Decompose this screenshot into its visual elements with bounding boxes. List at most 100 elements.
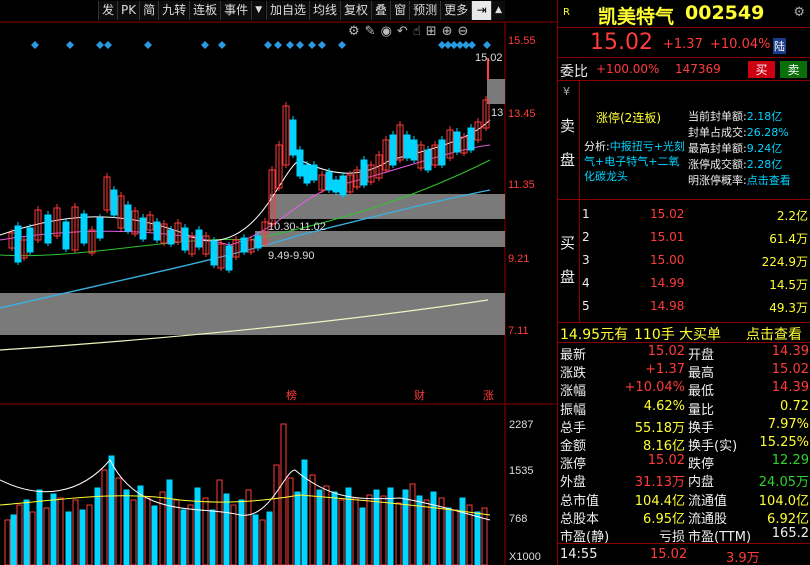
volume-bar — [430, 491, 437, 565]
tb-btn-adjust[interactable]: 复权 — [340, 1, 371, 20]
volume-bar — [86, 504, 93, 565]
volume-bar — [331, 491, 338, 565]
volume-bar — [50, 493, 57, 565]
event-diamond-icon — [286, 41, 294, 49]
bid-price: 15.00 — [650, 253, 685, 267]
candle-body — [360, 159, 368, 186]
bid-volume: 14.5万 — [769, 278, 808, 292]
bid-row[interactable]: 4 14.99 14.5万 — [580, 273, 810, 296]
quote-key: 振幅 — [560, 402, 587, 418]
scroll-arrow-icon[interactable]: ▲ — [491, 1, 505, 20]
big-order-label: 大买单 — [679, 327, 721, 343]
quote-key: 流通值 — [688, 493, 728, 509]
quote-value: 6.92亿 — [767, 511, 809, 527]
quote-value: +10.04% — [624, 380, 685, 396]
candle-body — [424, 149, 432, 171]
hand-icon[interactable]: ☝ — [413, 24, 421, 39]
quote-key: 量比 — [688, 402, 715, 418]
volume-bar — [159, 491, 166, 565]
volume-bar — [123, 489, 130, 565]
tb-btn-jiuzhuan[interactable]: 九转 — [158, 1, 189, 20]
stat-key: 最高封单额: — [688, 142, 747, 155]
event-diamond-icon — [264, 41, 272, 49]
tb-btn-forecast[interactable]: 预测 — [409, 1, 440, 20]
tb-btn-simple[interactable]: 简 — [139, 1, 158, 20]
tb-btn-ma[interactable]: 均线 — [309, 1, 340, 20]
price-change: +1.37 — [663, 37, 703, 52]
ma-5-line — [0, 119, 491, 242]
tb-btn-window[interactable]: 窗 — [390, 1, 409, 20]
volume-bar — [273, 464, 280, 565]
settings-icon[interactable]: ⚙ — [793, 5, 805, 20]
tb-btn-fa[interactable]: 发 — [98, 1, 117, 20]
quote-row: 涨幅 +10.04% 最低 14.39 — [558, 379, 810, 399]
big-order-row: 14.95元有 110手 大买单 点击查看 — [558, 322, 810, 344]
sell-label-1: 卖 — [560, 117, 576, 135]
volume-bar — [180, 509, 187, 565]
buy-button[interactable]: 买 — [748, 61, 775, 78]
price-axis-label: 15.55 — [508, 35, 536, 47]
stat-value: 9.24亿 — [746, 142, 783, 155]
bid-volume: 224.9万 — [761, 255, 808, 269]
pen-icon[interactable]: ✎ — [365, 24, 376, 39]
volume-bar — [151, 505, 158, 565]
buy-label-1: 买 — [560, 234, 576, 252]
bid-row[interactable]: 5 14.98 49.3万 — [580, 296, 810, 319]
volume-bar — [79, 509, 86, 565]
stat-value: 26.28% — [746, 126, 789, 139]
eye-icon[interactable]: ◉ — [381, 24, 392, 39]
event-marker: 财 — [414, 388, 425, 402]
gap-range-label: 10.30-11.02 — [268, 221, 326, 233]
volume-bar — [459, 497, 466, 565]
bid-row[interactable]: 2 15.01 61.4万 — [580, 227, 810, 250]
grid-icon[interactable]: ⊞ — [426, 24, 437, 39]
stock-name: 凯美特气 — [598, 6, 675, 28]
quote-row: 市盈(静) 亏损 市盈(TTM) 165.2 — [558, 525, 810, 545]
tb-btn-events[interactable]: 事件 — [220, 1, 251, 20]
settings-icon[interactable]: ⚙ — [348, 24, 360, 39]
zoom-in-icon[interactable]: ⊕ — [442, 24, 453, 39]
tb-dropdown[interactable]: ▼ — [251, 1, 265, 20]
big-order-link[interactable]: 点击查看 — [746, 324, 802, 344]
toolbar-right: 加自选 均线 复权 叠 窗 预测 更多 ⇥ ▲ — [266, 1, 506, 20]
volume-bar — [173, 499, 180, 565]
expand-panel-icon[interactable]: ⇥ — [471, 1, 492, 20]
volume-bar — [94, 487, 101, 565]
tb-btn-add-fav[interactable]: 加自选 — [266, 1, 309, 20]
quote-value: 15.02 — [647, 453, 685, 469]
candle-body — [240, 237, 248, 253]
tb-btn-pk[interactable]: PK — [117, 1, 139, 20]
tb-btn-lianban[interactable]: 连板 — [189, 1, 220, 20]
tb-btn-overlay[interactable]: 叠 — [371, 1, 390, 20]
candle-body — [153, 221, 161, 241]
quote-key: 外盘 — [560, 475, 587, 491]
bid-volume: 2.2亿 — [776, 209, 808, 223]
quote-value: 8.16亿 — [643, 438, 685, 454]
candle-body — [389, 134, 397, 166]
bid-row[interactable]: 3 15.00 224.9万 — [580, 250, 810, 273]
candle-body — [44, 214, 52, 244]
event-diamond-icon — [104, 41, 112, 49]
event-diamond-icon — [31, 41, 39, 49]
volume-bar — [287, 477, 294, 565]
quote-row: 总手 55.18万 换手 7.97% — [558, 416, 810, 436]
undo-icon[interactable]: ↶ — [397, 24, 408, 39]
quote-key: 涨停 — [560, 457, 587, 473]
volume-bar — [380, 495, 387, 565]
kline-chart-area[interactable]: 15.55 13.45 11.35 9.21 7.11 15.02 13 10.30-11.0… — [0, 0, 556, 565]
sell-button[interactable]: 卖 — [780, 61, 807, 78]
bid-price: 15.01 — [650, 230, 685, 244]
candle-body — [110, 189, 118, 216]
zoom-out-icon[interactable]: ⊖ — [458, 24, 469, 39]
stat-value: 2.18亿 — [746, 110, 783, 123]
quote-value: 4.62% — [643, 398, 685, 414]
probability-link[interactable]: 点击查看 — [747, 174, 791, 187]
price-axis-label: 9.21 — [508, 253, 529, 265]
tb-btn-more[interactable]: 更多 — [440, 1, 471, 20]
bid-row[interactable]: 1 15.02 2.2亿 — [580, 204, 810, 227]
candle-body — [310, 164, 318, 181]
gap-band — [487, 79, 505, 104]
kline-chart[interactable]: 15.55 13.45 11.35 9.21 7.11 15.02 13 10.30-11.0… — [0, 0, 556, 565]
sell-label-2: 盘 — [560, 151, 576, 169]
quote-key: 总股本 — [560, 511, 600, 527]
